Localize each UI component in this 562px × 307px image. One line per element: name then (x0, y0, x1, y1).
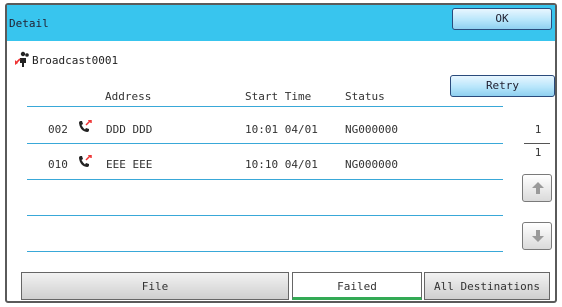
ok-button[interactable]: OK (452, 8, 552, 30)
column-header-start-time: Start Time (245, 90, 312, 103)
list-divider (27, 251, 503, 252)
list-divider (27, 106, 503, 107)
page-current: 1 (534, 123, 542, 136)
retry-button[interactable]: Retry (450, 75, 555, 97)
arrow-down-icon (532, 230, 544, 242)
list-divider (27, 215, 503, 216)
column-header-address: Address (105, 90, 152, 103)
row-address: DDD DDD (106, 123, 153, 136)
list-divider (27, 143, 503, 144)
row-start-time: 10:01 04/01 (245, 123, 318, 136)
fax-phone-icon (77, 154, 93, 172)
job-name: Broadcast0001 (32, 54, 119, 67)
arrow-up-icon (532, 182, 544, 194)
broadcast-icon (14, 51, 30, 70)
row-status: NG000000 (345, 158, 398, 171)
tab-file[interactable]: File (21, 272, 289, 300)
scroll-down-button[interactable] (522, 222, 552, 250)
detail-dialog: Detail (5, 3, 557, 303)
tab-bar: File Failed All Destinations (7, 272, 555, 302)
row-number: 002 (48, 123, 68, 136)
page-divider (524, 143, 550, 144)
fax-phone-icon (77, 119, 93, 137)
row-number: 010 (48, 158, 68, 171)
tab-all-destinations[interactable]: All Destinations (424, 272, 550, 300)
tab-failed[interactable]: Failed (292, 272, 422, 300)
row-start-time: 10:10 04/01 (245, 158, 318, 171)
scroll-up-button[interactable] (522, 174, 552, 202)
row-status: NG000000 (345, 123, 398, 136)
row-address: EEE EEE (106, 158, 153, 171)
page-total: 1 (534, 146, 542, 159)
column-header-status: Status (345, 90, 385, 103)
dialog-title: Detail (9, 17, 49, 30)
list-divider (27, 179, 503, 180)
